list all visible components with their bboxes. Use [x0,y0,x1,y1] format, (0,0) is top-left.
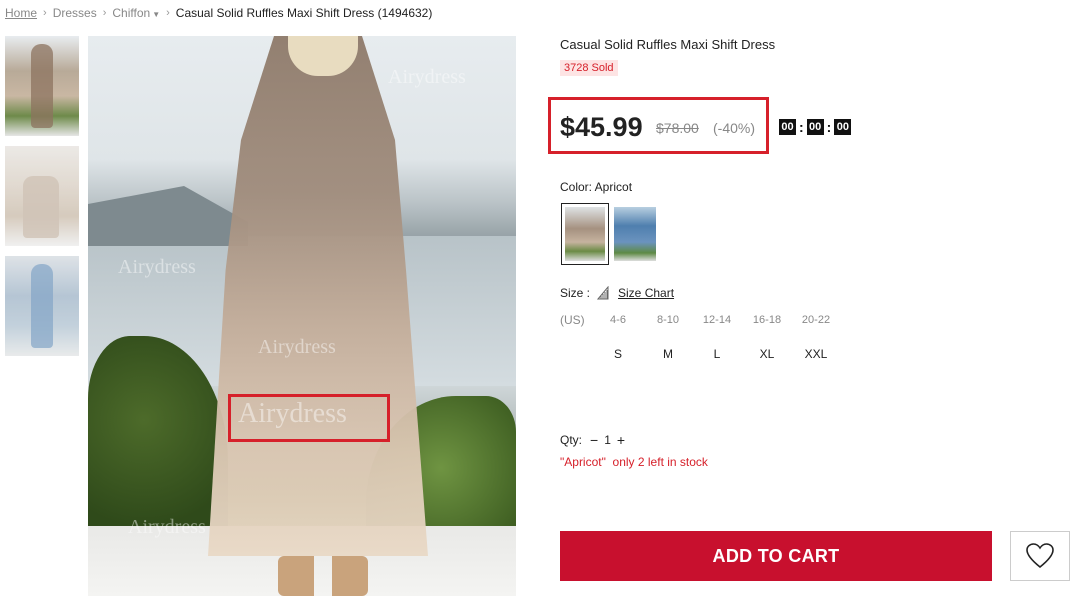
breadcrumb-current: Casual Solid Ruffles Maxi Shift Dress (1… [175,6,433,20]
wishlist-button[interactable] [1010,531,1070,581]
breadcrumb-dresses-link[interactable]: Dresses [53,6,97,20]
countdown-timer: 00 : 00 : 00 [779,119,852,135]
stock-message: "Apricot" only 2 left in stock [560,455,708,469]
countdown-seconds: 00 [834,119,852,135]
watermark: Airydress [388,66,466,88]
watermark: Airydress [258,336,336,358]
watermark: Airydress [128,516,206,538]
color-swatch-blue[interactable] [614,207,656,261]
us-size-label: (US) [560,313,585,327]
thumbnail-2[interactable] [5,146,79,246]
heart-icon [1026,543,1054,569]
image-sandals [278,556,368,596]
qty-label: Qty: [560,433,583,447]
main-product-image[interactable]: Airydress Airydress Airydress Airydress … [88,36,516,596]
size-option-xl[interactable]: XL [747,347,787,361]
thumbnail-list [5,36,79,366]
swatch-image [565,207,605,261]
thumbnail-3[interactable] [5,256,79,356]
image-dress [208,36,428,556]
qty-decrement-button[interactable]: − [590,432,598,448]
color-label: Color: Apricot [560,180,633,194]
countdown-minutes: 00 [806,119,824,135]
size-option-s[interactable]: S [598,347,638,361]
watermark-highlight-box [228,394,390,442]
breadcrumb-chiffon-link[interactable]: Chiffon ▼ [112,6,160,20]
breadcrumb-separator-icon: › [102,7,107,19]
thumbnail-figure [31,264,53,348]
thumbnail-figure [31,44,53,128]
breadcrumb-separator-icon: › [166,7,170,19]
size-row: Size : Size Chart [560,285,674,300]
countdown-colon: : [799,119,804,135]
thumbnail-figure [23,176,59,238]
add-to-cart-button[interactable]: ADD TO CART [560,531,992,581]
us-size-option: 16-18 [752,314,782,326]
size-label: Size : [560,286,591,300]
caret-down-icon: ▼ [152,10,161,19]
size-option-l[interactable]: L [697,347,737,361]
color-swatch-apricot[interactable] [561,203,609,265]
size-option-xxl[interactable]: XXL [796,347,836,361]
countdown-hours: 00 [779,119,796,135]
ruler-icon [596,285,610,300]
sold-count-badge: 3728 Sold [560,60,618,76]
discount-percent: (-40%) [713,120,756,136]
size-option-m[interactable]: M [648,347,688,361]
countdown-colon: : [826,119,832,135]
breadcrumb-separator-icon: › [43,7,47,19]
us-size-option: 20-22 [801,314,831,326]
size-chart-link[interactable]: Size Chart [618,286,674,300]
original-price: $78.00 [656,120,699,136]
thumbnail-1[interactable] [5,36,79,136]
image-cliff [88,186,248,246]
product-title: Casual Solid Ruffles Maxi Shift Dress [560,37,776,52]
breadcrumb: Home › Dresses › Chiffon ▼ › Casual Solid… [5,6,432,20]
watermark: Airydress [118,256,196,278]
quantity-stepper: Qty: − 1 + [560,432,631,448]
qty-increment-button[interactable]: + [617,432,625,448]
qty-value[interactable]: 1 [604,433,611,447]
us-size-option: 8-10 [656,314,680,326]
breadcrumb-home-link[interactable]: Home [5,6,37,20]
breadcrumb-chiffon-label: Chiffon [112,6,151,20]
us-size-option: 12-14 [702,314,732,326]
us-size-option: 4-6 [610,314,626,326]
current-price: $45.99 [560,112,643,142]
